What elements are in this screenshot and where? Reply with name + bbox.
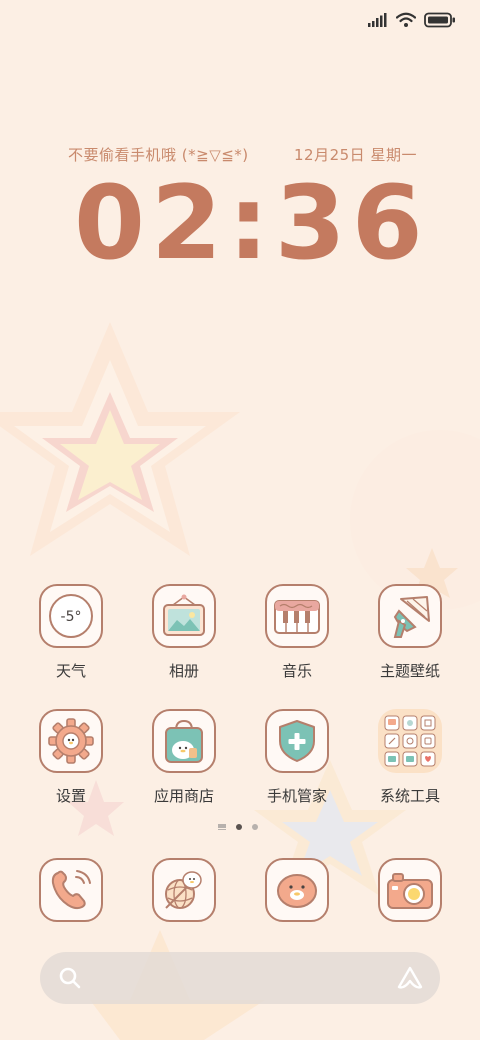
page-dot — [252, 824, 258, 830]
page-indicator-menu — [218, 824, 226, 830]
app-label-security: 手机管家 — [266, 787, 327, 805]
app-label-settings: 设置 — [55, 787, 86, 805]
settings-gear-icon[interactable] — [39, 709, 103, 773]
clock-slogan: 不要偷看手机哦 (*≧▽≦*) — [68, 146, 249, 164]
dock-phone[interactable] — [21, 858, 121, 922]
themes-brush-icon[interactable] — [378, 584, 442, 648]
status-bar — [368, 8, 456, 32]
phone-icon[interactable] — [39, 858, 103, 922]
search-icon[interactable] — [58, 966, 82, 990]
app-gallery[interactable]: 相册 — [134, 584, 234, 681]
app-weather[interactable]: -5° 天气 — [21, 584, 121, 681]
page-indicator[interactable] — [218, 824, 258, 830]
clock-date: 12月25日 星期一 — [294, 146, 417, 164]
signal-icon — [368, 13, 387, 27]
weather-temp: -5° — [61, 609, 82, 625]
clock-widget-header: 不要偷看手机哦 (*≧▽≦*) 12月25日 星期一 — [68, 144, 428, 165]
dock-camera[interactable] — [360, 858, 460, 922]
battery-icon — [424, 12, 455, 28]
app-label-gallery: 相册 — [168, 662, 199, 680]
weather-icon[interactable]: -5° — [39, 584, 103, 648]
gallery-icon[interactable] — [152, 584, 216, 648]
system-tools-folder-icon[interactable] — [378, 709, 442, 773]
app-label-system-tools: 系统工具 — [379, 787, 440, 805]
app-label-weather: 天气 — [55, 662, 86, 680]
dock-messages[interactable] — [247, 858, 347, 922]
app-label-music: 音乐 — [281, 662, 312, 680]
app-system-tools[interactable]: 系统工具 — [360, 709, 460, 806]
page-dot-active — [236, 824, 242, 830]
security-shield-icon[interactable] — [265, 709, 329, 773]
messages-icon[interactable] — [265, 858, 329, 922]
app-store[interactable]: 应用商店 — [134, 709, 234, 806]
browser-icon[interactable] — [152, 858, 216, 922]
app-security[interactable]: 手机管家 — [247, 709, 347, 806]
app-music[interactable]: 音乐 — [247, 584, 347, 681]
app-settings[interactable]: 设置 — [21, 709, 121, 806]
app-store-bag-icon[interactable] — [152, 709, 216, 773]
clock-time[interactable]: 02:36 — [74, 164, 429, 284]
assistant-icon[interactable] — [396, 965, 424, 991]
camera-icon[interactable] — [378, 858, 442, 922]
app-label-themes: 主题壁纸 — [379, 662, 440, 680]
app-label-store: 应用商店 — [153, 787, 214, 805]
music-piano-icon[interactable] — [265, 584, 329, 648]
wifi-icon — [396, 12, 416, 27]
search-bar[interactable] — [40, 952, 440, 1004]
app-themes[interactable]: 主题壁纸 — [360, 584, 460, 681]
dock-browser[interactable] — [134, 858, 234, 922]
